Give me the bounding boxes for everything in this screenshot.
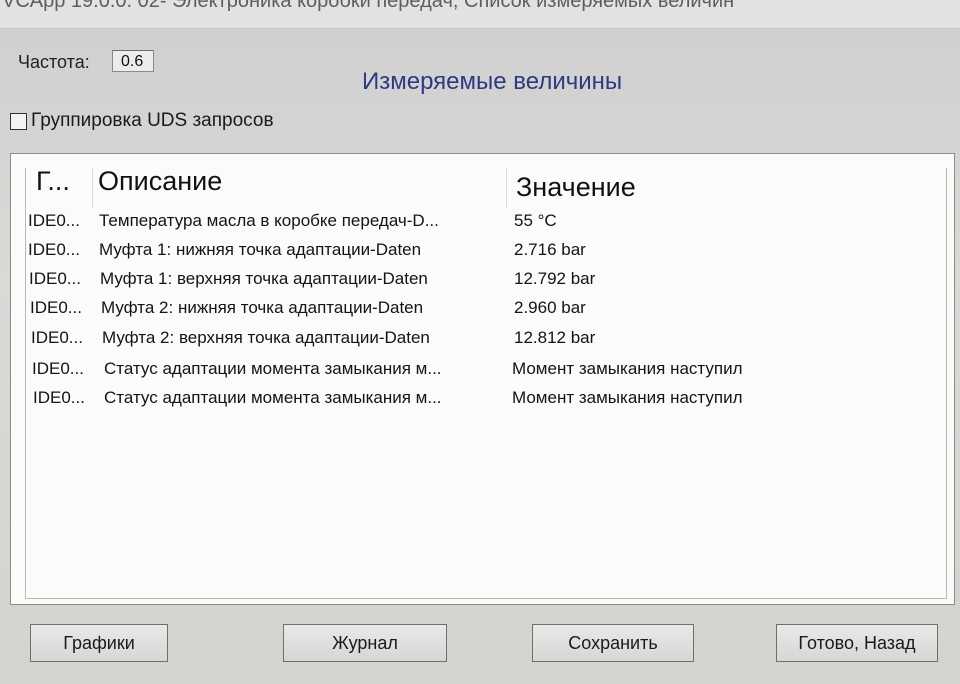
row-value: Момент замыкания наступил	[512, 388, 743, 407]
column-separator[interactable]	[506, 168, 507, 208]
frequency-label: Частота:	[18, 52, 90, 72]
table-row[interactable]: IDE0... Статус адаптации момента замыкан…	[26, 383, 946, 412]
row-value: 12.792 bar	[514, 269, 596, 288]
row-description: Муфта 1: верхняя точка адаптации-Daten	[100, 269, 428, 288]
save-button[interactable]: Сохранить	[532, 624, 694, 662]
row-id: IDE0...	[28, 211, 80, 230]
row-id: IDE0...	[30, 298, 82, 317]
uds-grouping-checkbox[interactable]	[10, 112, 27, 130]
row-id: IDE0...	[32, 359, 84, 378]
row-description: Статус адаптации момента замыкания м...	[104, 359, 442, 378]
row-description: Статус адаптации момента замыкания м...	[104, 388, 442, 407]
done-back-button[interactable]: Готово, Назад	[776, 624, 938, 662]
journal-button[interactable]: Журнал	[283, 624, 447, 662]
row-value: Момент замыкания наступил	[512, 359, 743, 378]
column-separator[interactable]	[92, 168, 93, 208]
page-title: Измеряемые величины	[362, 68, 623, 95]
row-id: IDE0...	[28, 240, 80, 259]
table-row[interactable]: IDE0... Статус адаптации момента замыкан…	[26, 354, 946, 383]
column-header-description[interactable]: Описание	[98, 166, 222, 197]
uds-grouping-label: Группировка UDS запросов	[31, 110, 274, 131]
row-description: Муфта 1: нижняя точка адаптации-Daten	[99, 240, 422, 259]
frequency-input[interactable]: 0.6	[112, 50, 154, 72]
table-row[interactable]: IDE0... Муфта 2: верхняя точка адаптации…	[26, 323, 946, 352]
measured-values-list[interactable]: Г... Описание Значение IDE0... Температу…	[10, 153, 955, 605]
row-value: 12.812 bar	[514, 328, 596, 347]
column-header-group[interactable]: Г...	[36, 166, 70, 197]
table-row[interactable]: IDE0... Температура масла в коробке пере…	[26, 206, 946, 235]
row-id: IDE0...	[29, 269, 81, 288]
row-description: Муфта 2: верхняя точка адаптации-Daten	[102, 328, 430, 347]
graphs-button[interactable]: Графики	[30, 624, 168, 662]
row-id: IDE0...	[31, 328, 83, 347]
row-description: Муфта 2: нижняя точка адаптации-Daten	[101, 298, 424, 317]
table-row[interactable]: IDE0... Муфта 2: нижняя точка адаптации-…	[26, 293, 946, 322]
row-value: 2.960 bar	[514, 298, 586, 317]
app-window: VCApp 19.0.0. 02- Электроника коробки пе…	[0, 0, 960, 684]
list-content: Г... Описание Значение IDE0... Температу…	[25, 166, 947, 599]
row-value: 2.716 bar	[514, 240, 586, 259]
row-value: 55 °C	[514, 211, 557, 230]
table-row[interactable]: IDE0... Муфта 1: нижняя точка адаптации-…	[26, 235, 946, 264]
table-row[interactable]: IDE0... Муфта 1: верхняя точка адаптации…	[26, 264, 946, 293]
column-header-value[interactable]: Значение	[516, 172, 636, 203]
uds-grouping-option[interactable]: Группировка UDS запросов	[10, 110, 274, 132]
title-bar: VCApp 19.0.0. 02- Электроника коробки пе…	[0, 0, 960, 29]
row-description: Температура масла в коробке передач-D...	[99, 211, 439, 230]
window-title: VCApp 19.0.0. 02- Электроника коробки пе…	[2, 0, 735, 12]
row-id: IDE0...	[33, 388, 85, 407]
